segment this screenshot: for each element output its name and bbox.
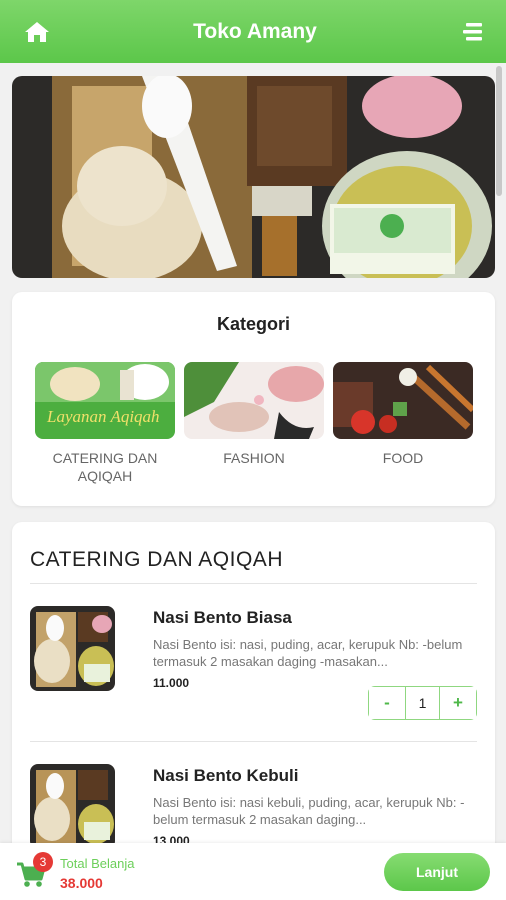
scrollbar[interactable] [496,66,502,196]
category-catering-image: Layanan Aqiqah [35,362,175,439]
divider [30,583,477,584]
total-label: Total Belanja [60,856,135,871]
svg-text:Layanan Aqiqah: Layanan Aqiqah [46,407,160,426]
category-food-image [333,362,473,439]
category-food[interactable]: FOOD [333,362,473,467]
quantity-value[interactable]: 1 [405,687,440,719]
product-description: Nasi Bento isi: nasi kebuli, puding, aca… [153,795,465,827]
increase-button[interactable]: + [440,687,476,719]
category-fashion[interactable]: FASHION [184,362,324,467]
product-image [30,764,115,849]
product-name: Nasi Bento Biasa [153,608,292,627]
cart-count-badge: 3 [33,852,53,872]
divider [30,741,477,742]
bottom-bar: 3 Total Belanja 38.000 Lanjut [0,843,506,900]
app-header: Toko Amany [0,0,506,63]
total-value: 38.000 [60,875,103,891]
category-fashion-label: FASHION [223,450,285,466]
menu-icon[interactable] [458,17,488,47]
product-description: Nasi Bento isi: nasi, puding, acar, keru… [153,637,463,669]
section-title: CATERING DAN AQIQAH [30,548,283,571]
category-catering[interactable]: Layanan Aqiqah CATERING DAN AQIQAH [35,362,175,485]
home-icon[interactable] [22,17,52,47]
checkout-button[interactable]: Lanjut [384,853,490,891]
product-price: 11.000 [153,676,190,690]
kategori-card: Kategori Layanan Aqiqah CATERING DAN AQI… [12,292,495,506]
category-food-label: FOOD [382,450,424,466]
product-image [30,606,115,691]
category-catering-label: CATERING DAN AQIQAH [52,450,158,484]
product-item[interactable]: Nasi Bento Biasa Nasi Bento isi: nasi, p… [30,606,477,736]
product-name: Nasi Bento Kebuli [153,766,299,785]
app-title: Toko Amany [193,19,317,43]
decrease-button[interactable]: - [369,687,405,719]
quantity-stepper: - 1 + [368,686,477,720]
kategori-title: Kategori [216,314,290,334]
banner-image [12,76,495,278]
category-fashion-image [184,362,324,439]
